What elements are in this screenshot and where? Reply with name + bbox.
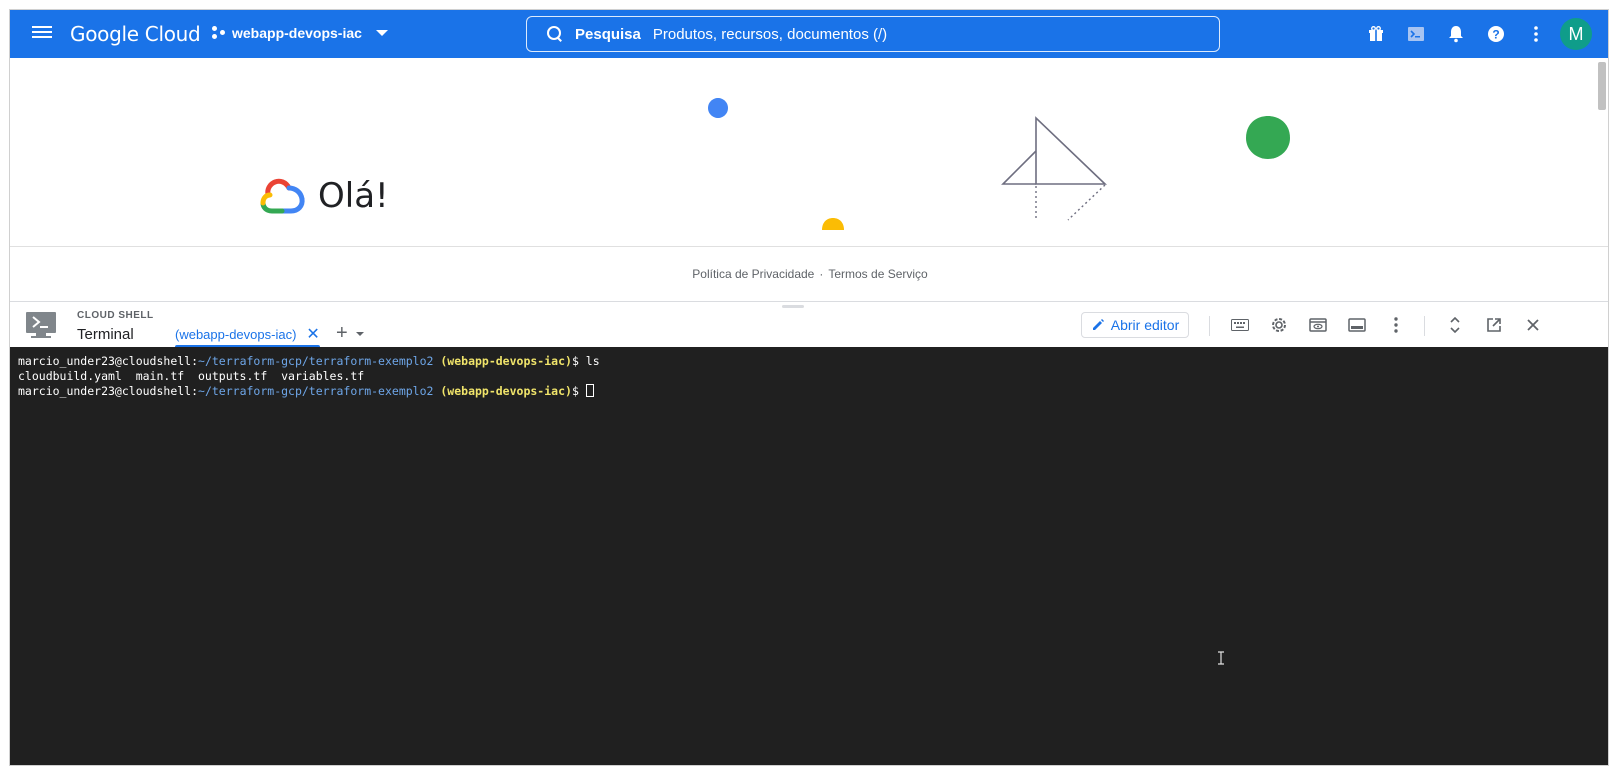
avatar[interactable]: M bbox=[1560, 18, 1592, 50]
footer-separator: · bbox=[819, 267, 824, 281]
greeting: Olá! bbox=[260, 176, 389, 216]
svg-text:?: ? bbox=[1492, 28, 1499, 42]
google-cloud-logo-icon bbox=[260, 178, 305, 214]
prompt-symbol: $ bbox=[571, 354, 586, 368]
more-vert-icon[interactable] bbox=[1382, 311, 1410, 339]
cloud-shell-label: CLOUD SHELL bbox=[77, 310, 154, 321]
chevron-down-icon bbox=[355, 331, 364, 336]
terminal-line: marcio_under23@cloudshell:~/terraform-gc… bbox=[18, 384, 1602, 399]
settings-icon[interactable] bbox=[1265, 311, 1293, 339]
web-preview-icon[interactable] bbox=[1304, 311, 1332, 339]
close-icon[interactable]: ✕ bbox=[306, 324, 319, 344]
prompt-project: (webapp-devops-iac) bbox=[440, 384, 572, 398]
open-new-window-icon[interactable] bbox=[1480, 311, 1508, 339]
open-editor-button[interactable]: Abrir editor bbox=[1081, 312, 1189, 338]
cloud-shell-icon[interactable] bbox=[1396, 10, 1436, 58]
more-vert-icon[interactable] bbox=[1516, 10, 1556, 58]
prompt-path: ~/terraform-gcp/terraform-exemplo2 bbox=[198, 354, 434, 368]
search-bar[interactable]: Pesquisa Produtos, recursos, documentos … bbox=[526, 16, 1220, 52]
decorative-shapes bbox=[708, 98, 1290, 230]
plus-icon: + bbox=[336, 322, 348, 344]
command-text: ls bbox=[585, 354, 600, 368]
resize-handle[interactable] bbox=[782, 305, 804, 308]
project-hierarchy-icon bbox=[212, 26, 226, 40]
terminal-cursor bbox=[585, 384, 594, 397]
notifications-icon[interactable] bbox=[1436, 10, 1476, 58]
welcome-hero: Olá! bbox=[10, 58, 1608, 246]
search-placeholder: Produtos, recursos, documentos (/) bbox=[652, 25, 888, 43]
privacy-link[interactable]: Política de Privacidade bbox=[692, 267, 814, 281]
open-editor-label: Abrir editor bbox=[1110, 317, 1180, 333]
terminal-title: Terminal bbox=[77, 326, 134, 343]
greeting-text: Olá! bbox=[318, 176, 389, 216]
cloud-shell-logo-icon bbox=[26, 312, 56, 338]
tab-label: (webapp-devops-iac) bbox=[175, 326, 297, 342]
add-tab-button[interactable]: + bbox=[336, 322, 364, 345]
keyboard-icon[interactable] bbox=[1226, 311, 1254, 339]
terminal-area[interactable]: marcio_under23@cloudshell:~/terraform-gc… bbox=[10, 347, 1608, 765]
divider bbox=[1209, 316, 1210, 336]
top-actions: ? M bbox=[1356, 10, 1608, 58]
project-selector[interactable]: webapp-devops-iac bbox=[212, 25, 388, 41]
close-icon[interactable] bbox=[1519, 311, 1547, 339]
page-scrollbar[interactable] bbox=[1598, 62, 1606, 110]
pencil-icon bbox=[1092, 319, 1104, 330]
prompt-path: ~/terraform-gcp/terraform-exemplo2 bbox=[198, 384, 434, 398]
menu-icon[interactable] bbox=[32, 23, 52, 43]
terminal-output: cloudbuild.yaml main.tf outputs.tf varia… bbox=[18, 369, 365, 383]
help-icon[interactable]: ? bbox=[1476, 10, 1516, 58]
project-name: webapp-devops-iac bbox=[232, 25, 362, 41]
prompt-project: (webapp-devops-iac) bbox=[440, 354, 572, 368]
search-label: Pesquisa bbox=[575, 25, 641, 43]
chevron-down-icon bbox=[375, 30, 388, 36]
prompt-colon: : bbox=[191, 354, 199, 368]
prompt-colon: : bbox=[191, 384, 199, 398]
footer-links: Política de Privacidade · Termos de Serv… bbox=[10, 246, 1608, 301]
top-app-bar: Google Cloud webapp-devops-iac Pesquisa … bbox=[10, 10, 1608, 58]
gift-icon[interactable] bbox=[1356, 10, 1396, 58]
terminal-line: marcio_under23@cloudshell:~/terraform-gc… bbox=[18, 354, 1602, 369]
browser-frame: Google Cloud webapp-devops-iac Pesquisa … bbox=[9, 9, 1609, 766]
divider bbox=[1424, 316, 1425, 336]
tab-webapp-devops-iac[interactable]: (webapp-devops-iac) ✕ bbox=[173, 320, 322, 348]
minimize-panel-icon[interactable] bbox=[1343, 311, 1371, 339]
expand-icon[interactable] bbox=[1441, 311, 1469, 339]
cloud-shell-header: CLOUD SHELL Terminal (webapp-devops-iac)… bbox=[10, 301, 1608, 348]
text-cursor-icon bbox=[1218, 651, 1224, 665]
search-icon bbox=[547, 26, 563, 42]
prompt-user: marcio_under23@cloudshell bbox=[18, 384, 192, 398]
google-cloud-logo[interactable]: Google Cloud bbox=[70, 22, 201, 46]
prompt-symbol: $ bbox=[571, 384, 586, 398]
prompt-user: marcio_under23@cloudshell bbox=[18, 354, 192, 368]
terms-link[interactable]: Termos de Serviço bbox=[828, 267, 927, 281]
